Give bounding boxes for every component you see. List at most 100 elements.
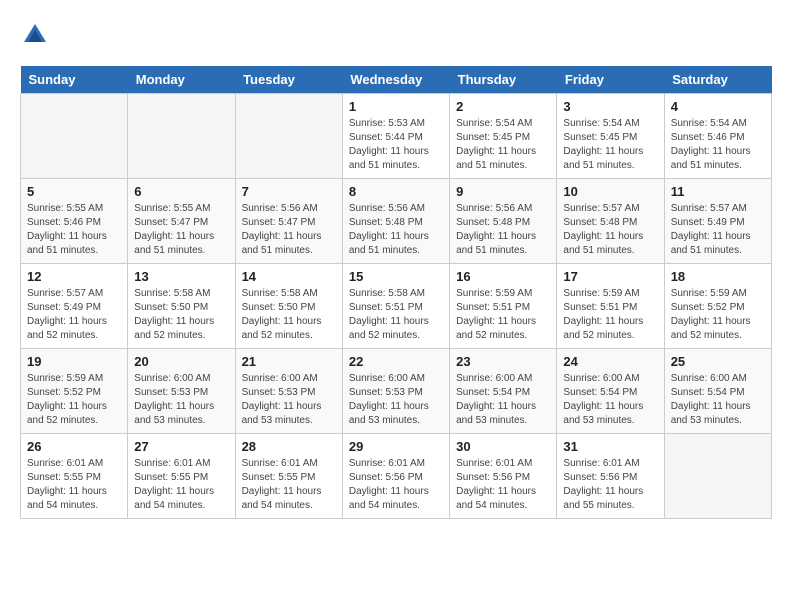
day-info: Sunrise: 6:00 AM Sunset: 5:54 PM Dayligh…	[456, 372, 550, 428]
day-info: Sunrise: 6:01 AM Sunset: 5:56 PM Dayligh…	[456, 457, 550, 513]
calendar-cell: 20 Sunrise: 6:00 AM Sunset: 5:53 PM Dayli…	[128, 349, 235, 434]
day-number: 7	[242, 184, 336, 199]
day-info: Sunrise: 5:56 AM Sunset: 5:48 PM Dayligh…	[456, 202, 550, 258]
day-info: Sunrise: 5:53 AM Sunset: 5:44 PM Dayligh…	[349, 117, 443, 173]
calendar-cell: 29Sunrise: 6:01 AM Sunset: 5:56 PM Dayli…	[342, 434, 449, 519]
day-info: Sunrise: 5:55 AM Sunset: 5:46 PM Dayligh…	[27, 202, 121, 258]
calendar-cell: 19Sunrise: 5:59 AM Sunset: 5:52 PM Dayli…	[21, 349, 128, 434]
day-number: 15	[349, 269, 443, 284]
week-row-2: 5 Sunrise: 5:55 AM Sunset: 5:46 PM Daylig…	[21, 179, 772, 264]
calendar-cell: 30 Sunrise: 6:01 AM Sunset: 5:56 PM Dayli…	[450, 434, 557, 519]
day-number: 12	[27, 269, 121, 284]
calendar-cell: 26Sunrise: 6:01 AM Sunset: 5:55 PM Dayli…	[21, 434, 128, 519]
day-info: Sunrise: 5:57 AM Sunset: 5:48 PM Dayligh…	[563, 202, 657, 258]
day-number: 3	[563, 99, 657, 114]
calendar-cell: 21Sunrise: 6:00 AM Sunset: 5:53 PM Dayli…	[235, 349, 342, 434]
calendar-cell: 7 Sunrise: 5:56 AM Sunset: 5:47 PM Daylig…	[235, 179, 342, 264]
day-number: 16	[456, 269, 550, 284]
weekday-header-tuesday: Tuesday	[235, 66, 342, 94]
day-number: 2	[456, 99, 550, 114]
day-number: 18	[671, 269, 765, 284]
day-info: Sunrise: 5:58 AM Sunset: 5:51 PM Dayligh…	[349, 287, 443, 343]
calendar-cell: 28 Sunrise: 6:01 AM Sunset: 5:55 PM Dayli…	[235, 434, 342, 519]
day-number: 30	[456, 439, 550, 454]
day-number: 11	[671, 184, 765, 199]
day-info: Sunrise: 6:00 AM Sunset: 5:54 PM Dayligh…	[563, 372, 657, 428]
calendar-cell: 5 Sunrise: 5:55 AM Sunset: 5:46 PM Daylig…	[21, 179, 128, 264]
day-number: 29	[349, 439, 443, 454]
calendar-cell	[235, 94, 342, 179]
calendar-cell: 2Sunrise: 5:54 AM Sunset: 5:45 PM Daylig…	[450, 94, 557, 179]
day-number: 22	[349, 354, 443, 369]
day-info: Sunrise: 5:55 AM Sunset: 5:47 PM Dayligh…	[134, 202, 228, 258]
day-info: Sunrise: 5:54 AM Sunset: 5:45 PM Dayligh…	[563, 117, 657, 173]
calendar-cell: 11 Sunrise: 5:57 AM Sunset: 5:49 PM Dayli…	[664, 179, 771, 264]
day-number: 1	[349, 99, 443, 114]
day-number: 23	[456, 354, 550, 369]
day-number: 17	[563, 269, 657, 284]
calendar-cell: 14 Sunrise: 5:58 AM Sunset: 5:50 PM Dayli…	[235, 264, 342, 349]
day-number: 28	[242, 439, 336, 454]
calendar-cell: 31 Sunrise: 6:01 AM Sunset: 5:56 PM Dayli…	[557, 434, 664, 519]
weekday-header-saturday: Saturday	[664, 66, 771, 94]
weekday-header-friday: Friday	[557, 66, 664, 94]
calendar-cell: 6 Sunrise: 5:55 AM Sunset: 5:47 PM Daylig…	[128, 179, 235, 264]
day-number: 19	[27, 354, 121, 369]
logo-icon	[20, 20, 50, 50]
day-info: Sunrise: 6:01 AM Sunset: 5:55 PM Dayligh…	[134, 457, 228, 513]
calendar-cell: 12Sunrise: 5:57 AM Sunset: 5:49 PM Dayli…	[21, 264, 128, 349]
day-info: Sunrise: 5:56 AM Sunset: 5:47 PM Dayligh…	[242, 202, 336, 258]
calendar-cell: 17 Sunrise: 5:59 AM Sunset: 5:51 PM Dayli…	[557, 264, 664, 349]
day-info: Sunrise: 5:58 AM Sunset: 5:50 PM Dayligh…	[134, 287, 228, 343]
calendar-table: SundayMondayTuesdayWednesdayThursdayFrid…	[20, 66, 772, 519]
day-info: Sunrise: 6:01 AM Sunset: 5:55 PM Dayligh…	[27, 457, 121, 513]
day-info: Sunrise: 5:59 AM Sunset: 5:51 PM Dayligh…	[563, 287, 657, 343]
calendar-cell	[21, 94, 128, 179]
calendar-cell: 22 Sunrise: 6:00 AM Sunset: 5:53 PM Dayli…	[342, 349, 449, 434]
day-info: Sunrise: 6:01 AM Sunset: 5:56 PM Dayligh…	[563, 457, 657, 513]
calendar-cell: 27 Sunrise: 6:01 AM Sunset: 5:55 PM Dayli…	[128, 434, 235, 519]
day-info: Sunrise: 5:59 AM Sunset: 5:51 PM Dayligh…	[456, 287, 550, 343]
day-number: 8	[349, 184, 443, 199]
calendar-cell: 24 Sunrise: 6:00 AM Sunset: 5:54 PM Dayli…	[557, 349, 664, 434]
day-info: Sunrise: 6:00 AM Sunset: 5:54 PM Dayligh…	[671, 372, 765, 428]
day-number: 14	[242, 269, 336, 284]
day-number: 21	[242, 354, 336, 369]
calendar-cell: 15 Sunrise: 5:58 AM Sunset: 5:51 PM Dayli…	[342, 264, 449, 349]
day-number: 27	[134, 439, 228, 454]
day-number: 10	[563, 184, 657, 199]
day-number: 31	[563, 439, 657, 454]
calendar-cell: 13Sunrise: 5:58 AM Sunset: 5:50 PM Dayli…	[128, 264, 235, 349]
calendar-cell: 23 Sunrise: 6:00 AM Sunset: 5:54 PM Dayli…	[450, 349, 557, 434]
day-info: Sunrise: 5:56 AM Sunset: 5:48 PM Dayligh…	[349, 202, 443, 258]
week-row-1: 1 Sunrise: 5:53 AM Sunset: 5:44 PM Daylig…	[21, 94, 772, 179]
calendar-cell: 4 Sunrise: 5:54 AM Sunset: 5:46 PM Daylig…	[664, 94, 771, 179]
calendar-cell: 25 Sunrise: 6:00 AM Sunset: 5:54 PM Dayli…	[664, 349, 771, 434]
day-info: Sunrise: 5:54 AM Sunset: 5:46 PM Dayligh…	[671, 117, 765, 173]
logo	[20, 20, 54, 50]
week-row-3: 12Sunrise: 5:57 AM Sunset: 5:49 PM Dayli…	[21, 264, 772, 349]
weekday-header-row: SundayMondayTuesdayWednesdayThursdayFrid…	[21, 66, 772, 94]
day-number: 20	[134, 354, 228, 369]
weekday-header-sunday: Sunday	[21, 66, 128, 94]
day-info: Sunrise: 5:57 AM Sunset: 5:49 PM Dayligh…	[671, 202, 765, 258]
day-info: Sunrise: 5:59 AM Sunset: 5:52 PM Dayligh…	[671, 287, 765, 343]
day-info: Sunrise: 6:01 AM Sunset: 5:55 PM Dayligh…	[242, 457, 336, 513]
day-number: 4	[671, 99, 765, 114]
day-info: Sunrise: 6:00 AM Sunset: 5:53 PM Dayligh…	[349, 372, 443, 428]
calendar-cell: 8 Sunrise: 5:56 AM Sunset: 5:48 PM Daylig…	[342, 179, 449, 264]
page-header	[20, 20, 772, 50]
calendar-cell: 9Sunrise: 5:56 AM Sunset: 5:48 PM Daylig…	[450, 179, 557, 264]
calendar-cell: 10 Sunrise: 5:57 AM Sunset: 5:48 PM Dayli…	[557, 179, 664, 264]
calendar-cell: 16 Sunrise: 5:59 AM Sunset: 5:51 PM Dayli…	[450, 264, 557, 349]
day-info: Sunrise: 5:58 AM Sunset: 5:50 PM Dayligh…	[242, 287, 336, 343]
calendar-cell	[128, 94, 235, 179]
calendar-cell: 3 Sunrise: 5:54 AM Sunset: 5:45 PM Daylig…	[557, 94, 664, 179]
calendar-cell	[664, 434, 771, 519]
day-info: Sunrise: 6:00 AM Sunset: 5:53 PM Dayligh…	[134, 372, 228, 428]
day-number: 6	[134, 184, 228, 199]
day-number: 25	[671, 354, 765, 369]
day-number: 24	[563, 354, 657, 369]
week-row-5: 26Sunrise: 6:01 AM Sunset: 5:55 PM Dayli…	[21, 434, 772, 519]
day-number: 5	[27, 184, 121, 199]
